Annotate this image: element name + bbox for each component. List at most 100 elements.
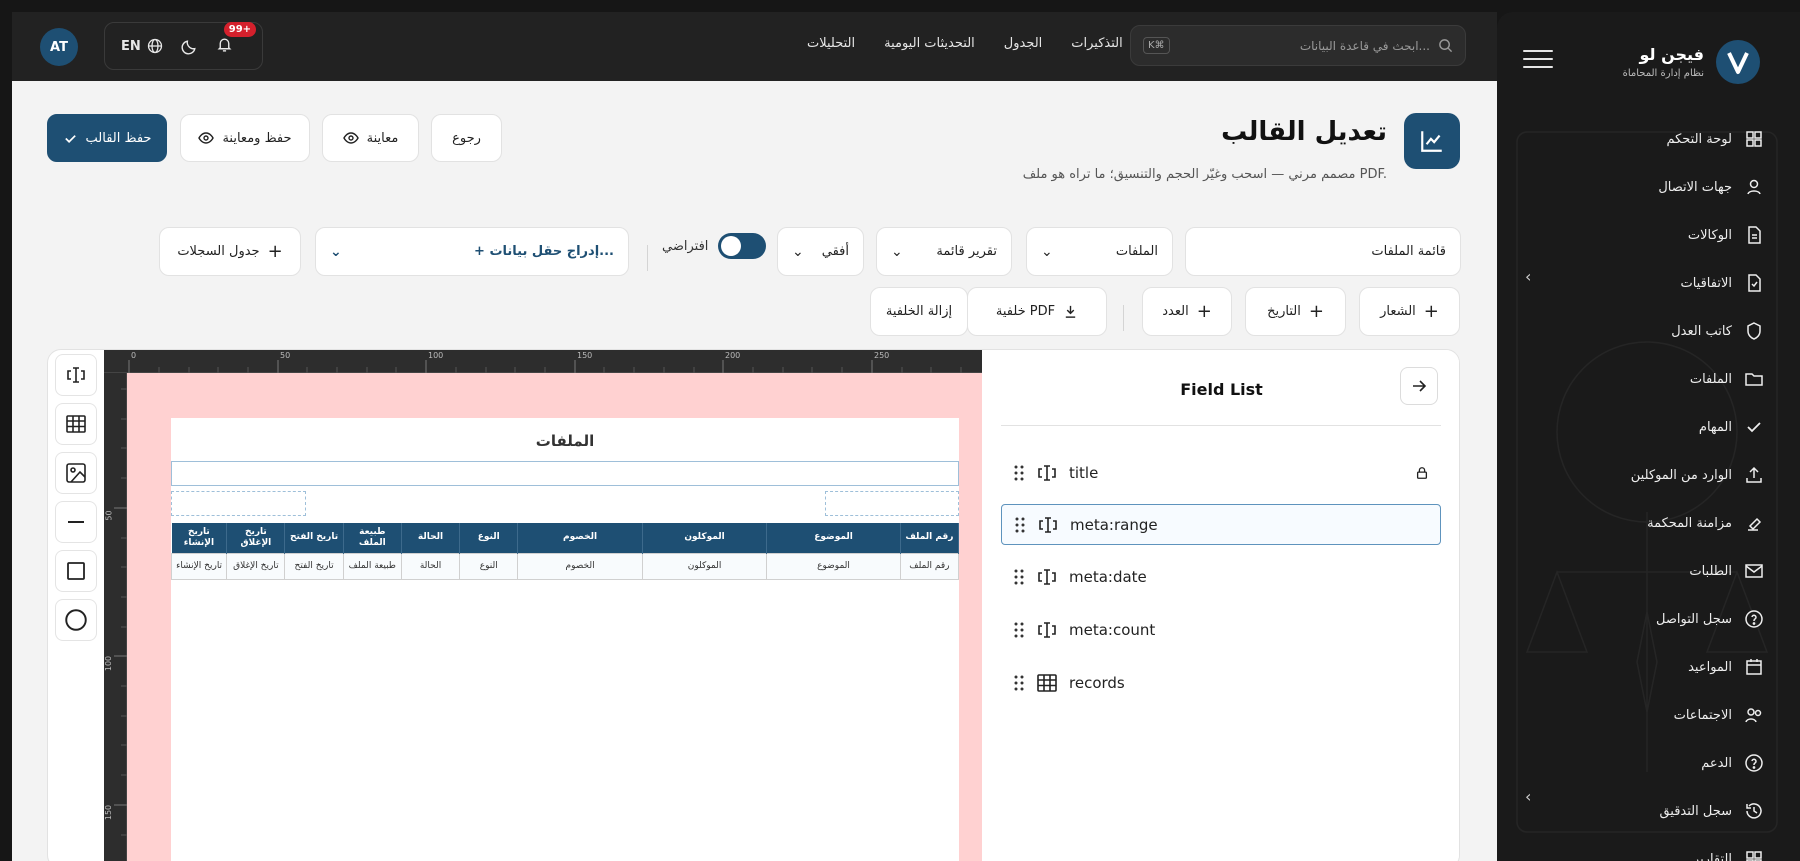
rectangle-tool[interactable] xyxy=(55,550,97,592)
brand[interactable]: فيجن لو نظام إدارة المحاماة xyxy=(1623,40,1760,84)
pdf-count-field[interactable] xyxy=(171,491,306,516)
line-tool[interactable] xyxy=(55,501,97,543)
pdf-range-field[interactable] xyxy=(171,461,959,486)
add-date-button[interactable]: التاريخ + xyxy=(1245,287,1346,336)
sidebar-item-reports[interactable]: التقارير xyxy=(1524,835,1764,861)
divider xyxy=(647,245,648,271)
records-table-button[interactable]: جدول السجلات + xyxy=(159,227,301,276)
shield-icon xyxy=(1747,322,1761,340)
sidebar-item-label: الطلبات xyxy=(1689,563,1732,579)
ruler-label: 50 xyxy=(280,351,291,360)
field-item-meta-count[interactable]: meta:count xyxy=(1001,609,1441,650)
calendar-icon xyxy=(1746,659,1762,675)
sidebar-item-audit-log[interactable]: سجل التدقيق xyxy=(1524,787,1764,835)
pdf-title-element[interactable]: الملفات xyxy=(171,432,959,450)
table-header-row: رقم الملف الموضوع الموكلون الخصوم النوع … xyxy=(171,523,960,553)
save-template-button[interactable]: حفظ القالب xyxy=(47,114,167,162)
sidebar-item-support[interactable]: الدعم xyxy=(1524,739,1764,787)
pdf-date-field[interactable] xyxy=(825,491,959,516)
sidebar-item-communication-log[interactable]: سجل التواصل xyxy=(1524,595,1764,643)
sidebar-item-label: الاجتماعات xyxy=(1673,707,1732,723)
search-input[interactable]: ابحث في قاعدة البيانات... K⌘ xyxy=(1130,25,1466,66)
table-cell: الموضوع xyxy=(766,552,901,580)
drag-handle-icon[interactable] xyxy=(1014,516,1026,534)
drag-handle-icon[interactable] xyxy=(1013,674,1025,692)
module-select[interactable]: ⌄ الملفات xyxy=(1026,227,1173,276)
sidebar-item-appointments[interactable]: المواعيد xyxy=(1524,643,1764,691)
field-item-records[interactable]: records xyxy=(1001,662,1441,703)
table-icon xyxy=(66,415,86,433)
bell-icon xyxy=(217,38,232,52)
table-tool[interactable] xyxy=(55,403,97,445)
moon-icon[interactable] xyxy=(181,38,198,55)
pdf-content-area[interactable]: الملفات رقم الملف الموضوع الموكلون الخصو… xyxy=(170,418,960,861)
nav-analytics[interactable]: التحليلات xyxy=(807,36,855,51)
chevron-down-icon: ⌄ xyxy=(330,243,342,260)
sidebar-item-label: سجل التواصل xyxy=(1656,611,1732,627)
sidebar-item-contacts[interactable]: جهات الاتصال xyxy=(1524,163,1764,211)
ruler-label: 100 xyxy=(428,351,444,360)
save-and-preview-button[interactable]: حفظ ومعاينة xyxy=(180,114,310,162)
sidebar-item-tasks[interactable]: المهام xyxy=(1524,403,1764,451)
text-field-icon xyxy=(1038,621,1056,638)
preview-button[interactable]: معاينة xyxy=(322,114,419,162)
sidebar-item-label: كاتب العدل xyxy=(1671,323,1732,339)
top-nav: التذكيرات الجدول التحديثات اليومية التحل… xyxy=(807,36,1123,51)
table-cell: رقم الملف xyxy=(899,552,960,580)
back-button[interactable]: رجوع xyxy=(431,114,502,162)
nav-reminders[interactable]: التذكيرات xyxy=(1071,36,1122,51)
orientation-select[interactable]: ⌄ أفقي xyxy=(777,227,864,276)
remove-background-button[interactable]: إزالة الخلفية xyxy=(870,287,968,336)
hamburger-menu-icon[interactable] xyxy=(1523,50,1553,74)
default-toggle[interactable] xyxy=(718,233,767,259)
field-item-meta-range[interactable]: meta:range xyxy=(1001,504,1441,545)
table-cell: الحالة xyxy=(400,552,461,580)
nav-daily-updates[interactable]: التحديثات اليومية xyxy=(884,36,975,51)
design-canvas[interactable]: 0 50 100 150 200 250 50 100 150 الملفات … xyxy=(104,350,982,861)
sidebar-item-label: الملفات xyxy=(1689,371,1732,387)
sidebar-item-agreements[interactable]: الاتفاقيات xyxy=(1524,259,1764,307)
field-item-title[interactable]: title xyxy=(1001,452,1441,493)
sidebar-item-requests[interactable]: الطلبات xyxy=(1524,547,1764,595)
template-name-input[interactable]: قائمة الملفات xyxy=(1185,227,1461,276)
ruler-label: 200 xyxy=(725,351,741,360)
pdf-background-button[interactable]: خلفية PDF xyxy=(967,287,1107,336)
table-header-cell: الموضوع xyxy=(766,523,901,553)
avatar[interactable]: AT xyxy=(40,28,78,66)
sidebar-item-agencies[interactable]: الوكالات xyxy=(1524,211,1764,259)
sidebar-item-court-sync[interactable]: مزامنة المحكمة xyxy=(1524,499,1764,547)
brand-logo-icon xyxy=(1716,40,1760,84)
text-field-icon xyxy=(1038,464,1056,481)
plus-icon: + xyxy=(1308,301,1324,322)
add-count-button[interactable]: العدد + xyxy=(1142,287,1232,336)
drag-handle-icon[interactable] xyxy=(1013,464,1025,482)
text-field-tool[interactable] xyxy=(55,354,97,396)
notifications-button[interactable]: 99+ xyxy=(216,21,257,57)
pdf-records-table[interactable]: رقم الملف الموضوع الموكلون الخصوم النوع … xyxy=(170,523,960,580)
table-header-cell: تاريخ الإغلاق xyxy=(226,523,286,553)
language-switcher[interactable]: EN xyxy=(121,38,163,54)
field-list-panel: Field List title meta:range meta:date me… xyxy=(982,350,1459,861)
check-icon xyxy=(64,134,76,143)
sidebar-item-label: الوارد من الموكلين xyxy=(1630,467,1732,483)
sidebar-item-dashboard[interactable]: لوحة التحكم xyxy=(1524,115,1764,163)
field-item-meta-date[interactable]: meta:date xyxy=(1001,556,1441,597)
nav-schedule[interactable]: الجدول xyxy=(1004,36,1043,51)
drag-handle-icon[interactable] xyxy=(1013,621,1025,639)
sidebar-item-meetings[interactable]: الاجتماعات xyxy=(1524,691,1764,739)
table-row: رقم الملف الموضوع الموكلون الخصوم النوع … xyxy=(170,552,960,580)
add-logo-button[interactable]: الشعار + xyxy=(1359,287,1460,336)
sidebar-item-notary[interactable]: كاتب العدل xyxy=(1524,307,1764,355)
sidebar-item-label: الاتفاقيات xyxy=(1680,275,1732,291)
image-tool[interactable] xyxy=(55,452,97,494)
insert-data-field-select[interactable]: ⌄ + إدراج حقل بيانات... xyxy=(315,227,629,276)
report-type-select[interactable]: ⌄ تقرير قائمة xyxy=(876,227,1012,276)
image-icon xyxy=(66,463,86,483)
drag-handle-icon[interactable] xyxy=(1013,568,1025,586)
circle-tool[interactable] xyxy=(55,599,97,641)
pdf-page[interactable]: الملفات رقم الملف الموضوع الموكلون الخصو… xyxy=(127,373,982,861)
sidebar-item-client-inbox[interactable]: الوارد من الموكلين xyxy=(1524,451,1764,499)
dashboard-icon xyxy=(1746,131,1762,147)
search-shortcut: K⌘ xyxy=(1143,37,1170,54)
sidebar-item-files[interactable]: الملفات xyxy=(1524,355,1764,403)
